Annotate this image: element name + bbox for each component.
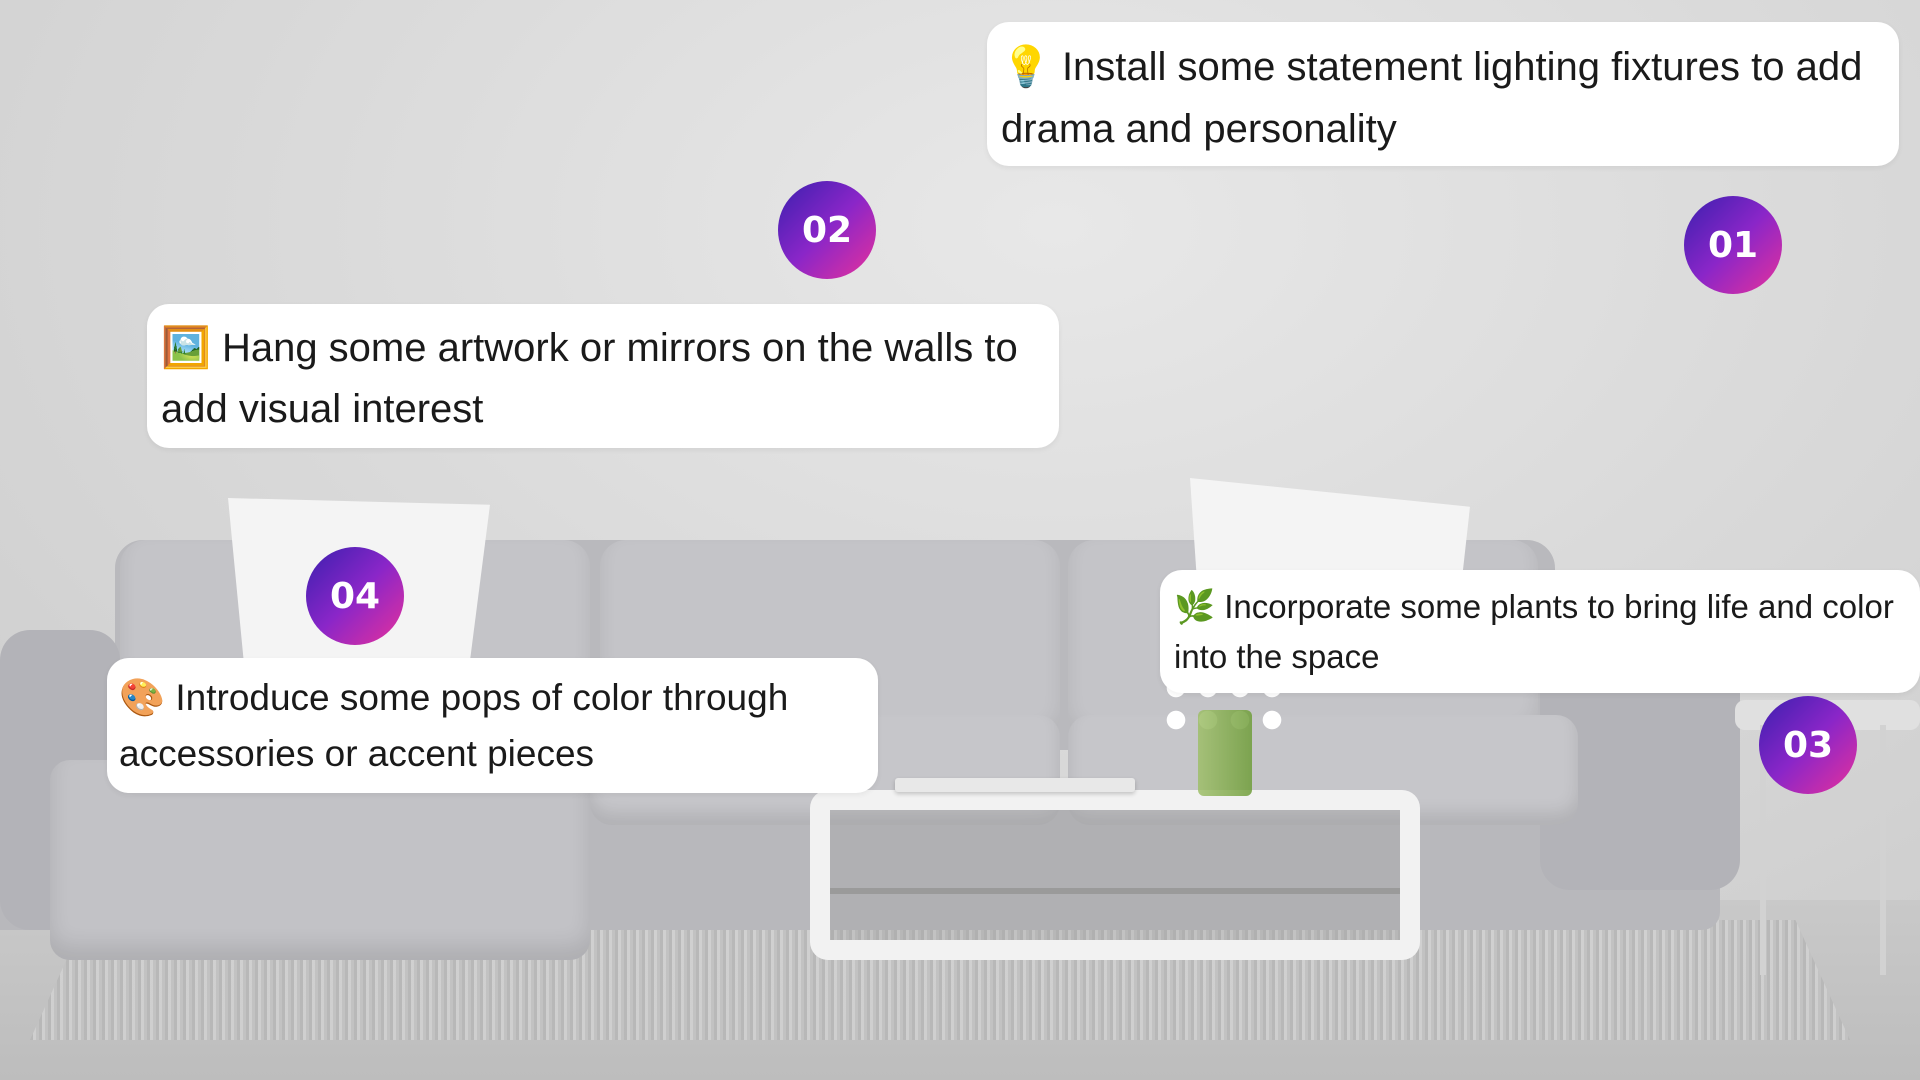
- coffee-table: [810, 790, 1420, 960]
- tip-text: Hang some artwork or mirrors on the wall…: [161, 326, 1018, 431]
- herb-icon: 🌿: [1174, 587, 1216, 626]
- coffee-table-shelf: [830, 888, 1400, 894]
- tip-card-02: 🖼️ Hang some artwork or mirrors on the w…: [147, 304, 1059, 448]
- lightbulb-icon: 💡: [1001, 44, 1051, 90]
- tip-card-03: 🌿 Incorporate some plants to bring life …: [1160, 570, 1920, 693]
- tip-text: Introduce some pops of color through acc…: [119, 677, 789, 774]
- side-table-leg: [1880, 725, 1886, 975]
- tip-number-badge: 02: [778, 181, 876, 279]
- palette-icon: 🎨: [119, 676, 166, 719]
- tip-card-01: 💡 Install some statement lighting fixtur…: [987, 22, 1899, 166]
- glass-vase: [1198, 710, 1252, 796]
- tip-number-badge: 03: [1759, 696, 1857, 794]
- tip-card-04: 🎨 Introduce some pops of color through a…: [107, 658, 878, 793]
- tip-text: Install some statement lighting fixtures…: [1001, 45, 1863, 151]
- tip-number-badge: 01: [1684, 196, 1782, 294]
- tip-number-badge: 04: [306, 547, 404, 645]
- tip-text: Incorporate some plants to bring life an…: [1174, 588, 1894, 675]
- framed-picture-icon: 🖼️: [161, 325, 211, 371]
- open-book: [895, 778, 1135, 792]
